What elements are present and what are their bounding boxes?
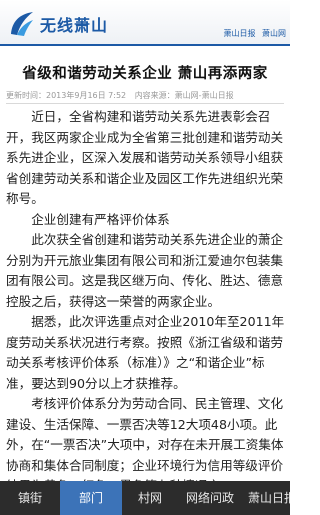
- app-logo-icon[interactable]: [8, 9, 36, 37]
- article-meta: 更新时间：2013年9月16日 7:52 内容来源：萧山网-萧山日报: [6, 90, 286, 101]
- article-title: 省级和谐劳动关系企业 萧山再添两家: [22, 66, 268, 82]
- app-title: 无线萧山: [40, 16, 109, 35]
- tab-online-politics[interactable]: 网络问政: [178, 481, 242, 515]
- tab-xiaoshan-daily[interactable]: 萧山日报: [242, 481, 290, 515]
- bottom-tab-bar: 镇街 部门 村网 网络问政 萧山日报: [0, 481, 290, 515]
- link-xiaoshan-net[interactable]: 萧山网: [262, 29, 286, 38]
- app-header: 无线萧山 萧山日报 萧山网: [0, 0, 290, 46]
- title-divider: [6, 103, 284, 104]
- tab-village-net[interactable]: 村网: [122, 481, 178, 515]
- content-source: 内容来源：萧山网-萧山日报: [134, 91, 234, 100]
- paragraph: 据悉，此次评选重点对企业2010年至2011年度劳动关系状况进行考察。按照《浙江…: [6, 314, 285, 391]
- article-body: 近日，全省构建和谐劳动关系先进表彰会召开，我区两家企业成为全省第三批创建和谐劳动…: [6, 107, 286, 497]
- paragraph: 此次获全省创建和谐劳动关系先进企业的萧企分别为开元旅业集团有限公司和浙江爱迪尔包…: [6, 232, 284, 309]
- link-xiaoshan-daily[interactable]: 萧山日报: [223, 29, 255, 38]
- tab-towns[interactable]: 镇街: [0, 481, 60, 515]
- paragraph: 企业创建有严格评价体系: [31, 211, 170, 227]
- tab-departments[interactable]: 部门: [60, 481, 122, 515]
- header-links: 萧山日报 萧山网: [219, 28, 286, 39]
- update-time: 更新时间：2013年9月16日 7:52: [6, 91, 127, 100]
- paragraph: 近日，全省构建和谐劳动关系先进表彰会召开，我区两家企业成为全省第三批创建和谐劳动…: [6, 109, 284, 206]
